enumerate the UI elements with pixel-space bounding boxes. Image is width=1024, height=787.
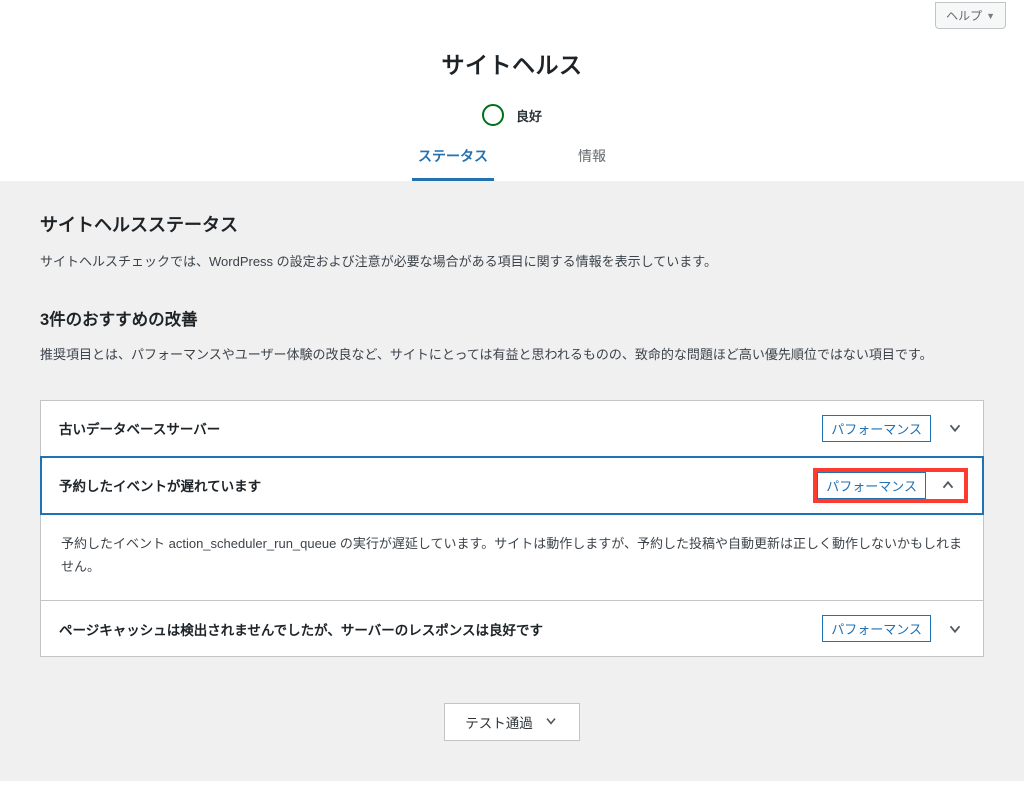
- health-indicator-label: 良好: [516, 106, 542, 125]
- accordion-item[interactable]: 予約したイベントが遅れています パフォーマンス: [40, 456, 984, 515]
- accordion-detail: 予約したイベント action_scheduler_run_queue の実行が…: [40, 515, 984, 602]
- tests-passed-label: テスト通過: [465, 712, 533, 732]
- chevron-down-icon: [543, 713, 559, 732]
- header: サイトヘルス 良好 ステータス 情報: [0, 0, 1024, 181]
- tabs: ステータス 情報: [0, 136, 1024, 181]
- body: サイトヘルスステータス サイトヘルスチェックでは、WordPress の設定およ…: [0, 181, 1024, 781]
- accordion-title: ページキャッシュは検出されませんでしたが、サーバーのレスポンスは良好です: [59, 619, 822, 639]
- accordion-title: 古いデータベースサーバー: [59, 418, 822, 438]
- accordion-title: 予約したイベントが遅れています: [59, 475, 816, 495]
- status-section-desc: サイトヘルスチェックでは、WordPress の設定および注意が必要な場合がある…: [40, 251, 984, 272]
- help-tab[interactable]: ヘルプ ▼: [935, 2, 1006, 29]
- help-label: ヘルプ: [946, 7, 982, 24]
- tab-status[interactable]: ステータス: [412, 136, 494, 181]
- chevron-down-icon: [945, 619, 965, 639]
- tab-info[interactable]: 情報: [572, 136, 612, 181]
- accordion-item[interactable]: ページキャッシュは検出されませんでしたが、サーバーのレスポンスは良好です パフォ…: [40, 600, 984, 657]
- performance-badge: パフォーマンス: [822, 615, 931, 642]
- health-indicator: 良好: [0, 104, 1024, 126]
- caret-down-icon: ▼: [986, 11, 995, 21]
- performance-badge: パフォーマンス: [817, 472, 926, 499]
- chevron-up-icon: [938, 475, 958, 495]
- highlight-annotation: パフォーマンス: [813, 468, 968, 503]
- tests-passed-button[interactable]: テスト通過: [444, 703, 580, 741]
- recommendations-title: 3件のおすすめの改善: [40, 306, 984, 330]
- accordion-list: 古いデータベースサーバー パフォーマンス 予約したイベントが遅れています パフォ…: [40, 400, 984, 658]
- accordion-item[interactable]: 古いデータベースサーバー パフォーマンス: [40, 400, 984, 457]
- recommendations-desc: 推奨項目とは、パフォーマンスやユーザー体験の改良など、サイトにとっては有益と思わ…: [40, 344, 984, 365]
- performance-badge: パフォーマンス: [822, 415, 931, 442]
- chevron-down-icon: [945, 418, 965, 438]
- health-circle-icon: [482, 104, 504, 126]
- status-section-title: サイトヘルスステータス: [40, 211, 984, 237]
- page-title: サイトヘルス: [0, 46, 1024, 80]
